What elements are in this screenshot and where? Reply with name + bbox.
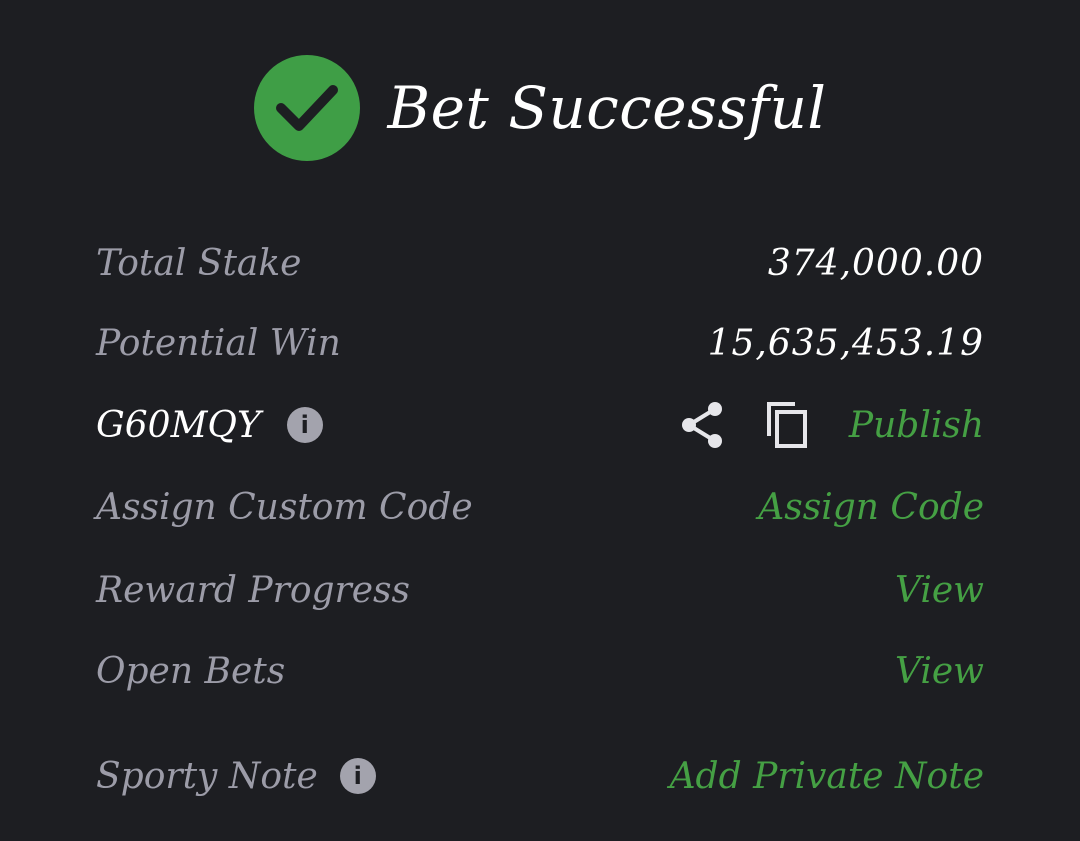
booking-code-row: G60MQY i Publish [96,400,984,450]
open-bets-label: Open Bets [96,650,286,692]
open-bets-row: Open Bets View [96,646,984,696]
sporty-note: Sporty Note i [96,756,376,797]
add-private-note-link[interactable]: Add Private Note [670,756,984,797]
total-stake-label: Total Stake [96,242,302,284]
check-circle-icon [253,55,360,161]
booking-code: G60MQY i [96,405,323,446]
copy-icon[interactable] [765,400,809,450]
sporty-note-row: Sporty Note i Add Private Note [96,751,984,801]
total-stake-row: Total Stake 374,000.00 [96,238,984,288]
reward-progress-view-link[interactable]: View [895,570,984,611]
potential-win-value: 15,635,453.19 [707,322,984,364]
page-title: Bet Successful [387,74,827,142]
open-bets-view-link[interactable]: View [895,651,984,692]
reward-progress-row: Reward Progress View [96,565,984,615]
custom-code-label: Assign Custom Code [96,486,473,528]
potential-win-row: Potential Win 15,635,453.19 [96,318,984,368]
custom-code-row: Assign Custom Code Assign Code [96,482,984,532]
booking-code-text: G60MQY [96,404,261,446]
reward-progress-label: Reward Progress [96,569,410,611]
share-icon[interactable] [681,401,725,449]
info-icon[interactable]: i [286,407,323,443]
bet-success-header: Bet Successful [0,54,1080,162]
booking-actions: Publish [681,400,984,450]
info-icon[interactable]: i [339,758,376,794]
potential-win-label: Potential Win [96,322,341,364]
total-stake-value: 374,000.00 [767,242,984,284]
assign-code-link[interactable]: Assign Code [758,487,984,528]
publish-link[interactable]: Publish [849,405,984,446]
sporty-note-label: Sporty Note [96,755,318,797]
